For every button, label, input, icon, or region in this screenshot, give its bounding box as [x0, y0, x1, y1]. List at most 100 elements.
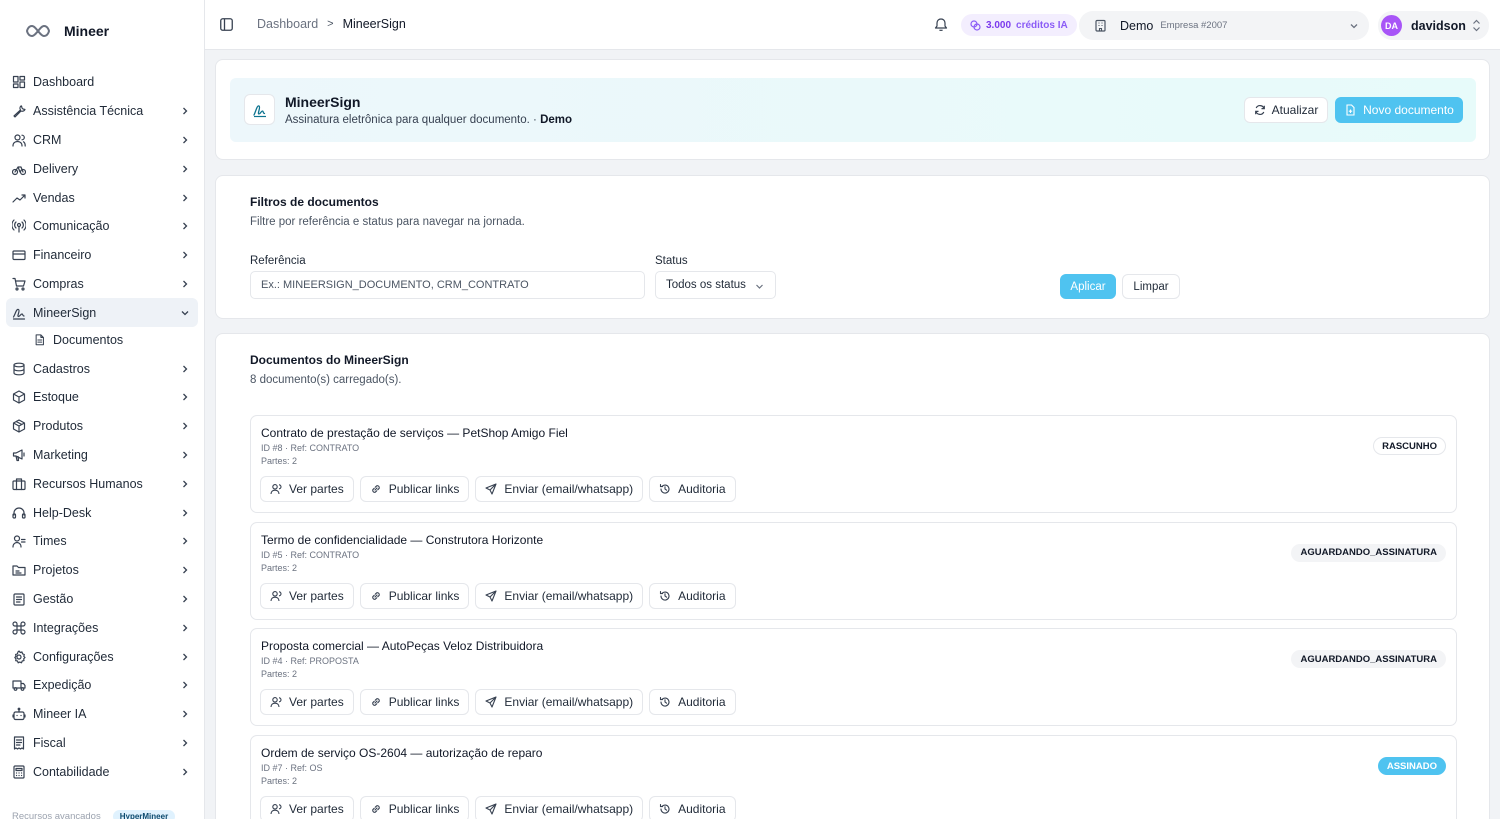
sidebar-item-recursos-humanos[interactable]: Recursos Humanos [6, 469, 198, 498]
send-button[interactable]: Enviar (email/whatsapp) [475, 476, 644, 502]
reference-input[interactable] [250, 271, 645, 299]
chevron-updown-icon [1473, 19, 1480, 32]
audit-button-label: Auditoria [678, 802, 726, 817]
new-document-button[interactable]: Novo documento [1335, 97, 1463, 123]
send-icon [485, 696, 497, 708]
sidebar-item-label: Help-Desk [33, 505, 92, 520]
sidebar-item-help-desk[interactable]: Help-Desk [6, 498, 198, 527]
sidebar-item-assistencia-tecnica[interactable]: Assistência Técnica [6, 97, 198, 126]
clear-button[interactable]: Limpar [1122, 274, 1180, 299]
sidebar-item-marketing[interactable]: Marketing [6, 441, 198, 470]
status-select[interactable]: Todos os status [655, 271, 776, 299]
link-icon [370, 483, 382, 495]
sidebar-item-mineer-ia[interactable]: Mineer IA [6, 700, 198, 729]
hero-banner: MineerSign Assinatura eletrônica para qu… [230, 78, 1476, 142]
company-selector[interactable]: Demo Empresa #2007 [1079, 11, 1369, 40]
apply-button[interactable]: Aplicar [1060, 274, 1116, 299]
sidebar-item-fiscal[interactable]: Fiscal [6, 729, 198, 758]
signature-icon [244, 94, 275, 125]
audit-button[interactable]: Auditoria [649, 689, 736, 716]
send-button-label: Enviar (email/whatsapp) [504, 482, 634, 496]
sidebar-item-gestao[interactable]: Gestão [6, 585, 198, 614]
database-icon [12, 362, 26, 376]
breadcrumb-root[interactable]: Dashboard [257, 17, 318, 31]
document-actions: Ver partes Publicar links Enviar (email/wh… [260, 476, 736, 502]
sidebar-item-financeiro[interactable]: Financeiro [6, 241, 198, 270]
sidebar-item-compras[interactable]: Compras [6, 270, 198, 299]
user-menu[interactable]: DA davidson [1378, 11, 1489, 40]
sidebar-item-configuracoes[interactable]: Configurações [6, 642, 198, 671]
breadcrumb-separator: > [327, 18, 334, 30]
publish-links-button[interactable]: Publicar links [359, 689, 470, 716]
view-parties-button-label: Ver partes [289, 695, 344, 710]
gear-icon [12, 649, 26, 664]
bell-icon[interactable] [934, 17, 948, 32]
sidebar-item-expedicao[interactable]: Expedição [6, 671, 198, 700]
sidebar-item-estoque[interactable]: Estoque [6, 383, 198, 412]
logo-icon [26, 24, 50, 38]
sidebar-item-dashboard[interactable]: Dashboard [6, 68, 198, 97]
credits-icon [970, 19, 981, 31]
sidebar-item-mineersign[interactable]: MineerSign [6, 298, 198, 328]
view-parties-button-label: Ver partes [289, 802, 344, 817]
audit-button[interactable]: Auditoria [649, 476, 736, 502]
reference-label: Referência [250, 255, 306, 267]
brand[interactable]: Mineer [0, 0, 204, 62]
radio-icon [12, 219, 26, 233]
document-actions: Ver partes Publicar links Enviar (email/wh… [260, 689, 736, 716]
sidebar-item-crm[interactable]: CRM [6, 126, 198, 155]
publish-links-button[interactable]: Publicar links [359, 796, 470, 819]
view-parties-button[interactable]: Ver partes [260, 476, 354, 502]
sidebar-item-label: Recursos Humanos [33, 476, 143, 491]
page-description-company: Demo [540, 114, 573, 126]
box-icon [12, 390, 26, 404]
chevron-right-icon [180, 479, 190, 489]
publish-links-button[interactable]: Publicar links [359, 582, 470, 609]
sidebar-item-cadastros[interactable]: Cadastros [6, 354, 198, 383]
view-parties-button[interactable]: Ver partes [260, 689, 354, 716]
document-parties: Partes: 2 [261, 562, 298, 573]
topbar: Dashboard > MineerSign 3.000 créditos IA… [205, 0, 1500, 50]
view-parties-button-label: Ver partes [289, 588, 344, 603]
audit-button[interactable]: Auditoria [649, 796, 736, 819]
view-parties-button[interactable]: Ver partes [260, 796, 354, 819]
audit-button[interactable]: Auditoria [649, 582, 736, 609]
sidebar-subitem-documentos[interactable]: Documentos [33, 329, 198, 351]
folder-icon [12, 563, 26, 577]
sidebar-item-integracoes[interactable]: Integrações [6, 613, 198, 642]
link-icon [370, 590, 382, 602]
send-button[interactable]: Enviar (email/whatsapp) [475, 689, 644, 716]
hypermineer-badge[interactable]: HyperMineer [112, 810, 176, 819]
sidebar-item-projetos[interactable]: Projetos [6, 556, 198, 585]
sidebar-item-vendas[interactable]: Vendas [6, 183, 198, 212]
send-button-label: Enviar (email/whatsapp) [504, 695, 634, 710]
chevron-right-icon [180, 594, 190, 604]
sidebar-item-label: Compras [33, 276, 84, 291]
receipt-icon [12, 736, 26, 750]
sidebar-subitem-label: Documentos [53, 333, 124, 348]
document-parties: Partes: 2 [261, 776, 298, 787]
sidebar-item-label: Cadastros [33, 361, 90, 376]
sidebar-item-contabilidade[interactable]: Contabilidade [6, 757, 198, 786]
document-icon [34, 334, 46, 346]
sidebar-item-delivery[interactable]: Delivery [6, 154, 198, 183]
refresh-button[interactable]: Atualizar [1244, 97, 1328, 123]
chevron-down-icon [1350, 24, 1358, 29]
sidebar-item-produtos[interactable]: Produtos [6, 412, 198, 441]
sidebar-item-label: Estoque [33, 390, 79, 405]
page-description-text: Assinatura eletrônica para qualquer docu… [285, 114, 541, 126]
send-button[interactable]: Enviar (email/whatsapp) [475, 582, 644, 609]
sidebar-item-times[interactable]: Times [6, 527, 198, 556]
publish-links-button-label: Publicar links [388, 588, 460, 603]
send-button[interactable]: Enviar (email/whatsapp) [475, 796, 644, 819]
publish-links-button[interactable]: Publicar links [359, 476, 470, 502]
document-title[interactable]: Contrato de prestação de serviços — PetS… [261, 426, 568, 440]
view-parties-button[interactable]: Ver partes [260, 582, 354, 609]
send-icon [485, 483, 497, 495]
document-title[interactable]: Proposta comercial — AutoPeças Veloz Dis… [261, 639, 543, 653]
document-title[interactable]: Ordem de serviço OS-2604 — autorização d… [261, 746, 542, 760]
sidebar-toggle-icon[interactable] [220, 18, 233, 31]
credits-badge[interactable]: 3.000 créditos IA [961, 14, 1077, 36]
sidebar-item-comunicacao[interactable]: Comunicação [6, 212, 198, 241]
document-title[interactable]: Termo de confidencialidade — Construtora… [261, 533, 543, 547]
